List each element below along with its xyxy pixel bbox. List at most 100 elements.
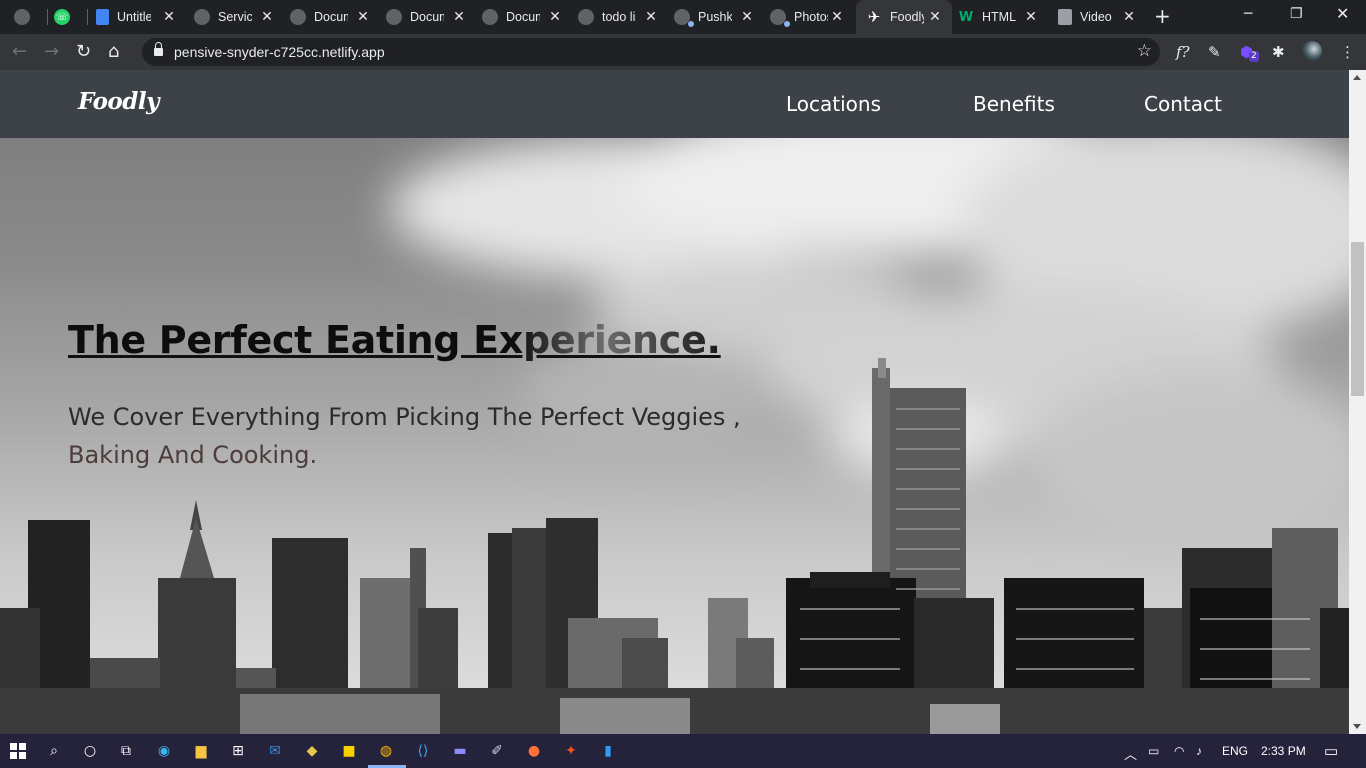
lock-icon bbox=[154, 42, 163, 57]
file-explorer-icon[interactable]: ▆ bbox=[192, 742, 210, 760]
bookmark-star-icon[interactable]: ☆ bbox=[1137, 41, 1152, 61]
loading-dot-icon bbox=[688, 21, 694, 27]
mail-icon[interactable]: ✉ bbox=[266, 742, 284, 760]
notifications-icon[interactable]: ▭ bbox=[1324, 742, 1338, 760]
firefox-icon[interactable]: ● bbox=[525, 742, 543, 760]
loading-dot-icon bbox=[784, 21, 790, 27]
tab-title: todo list bbox=[602, 10, 636, 24]
hero-subtitle: We Cover Everything From Picking The Per… bbox=[68, 398, 788, 474]
tab-title: Services bbox=[218, 10, 252, 24]
close-tab-icon[interactable]: ✕ bbox=[830, 9, 844, 25]
browser-viewport: Foodly Locations Benefits Contact The Pe… bbox=[0, 70, 1366, 734]
pen-extension-icon[interactable]: ✎ bbox=[1208, 42, 1221, 62]
scroll-up-icon[interactable] bbox=[1353, 75, 1361, 80]
nav-link-benefits[interactable]: Benefits bbox=[973, 92, 1055, 116]
vertical-scrollbar[interactable] bbox=[1349, 70, 1366, 734]
swift-icon: ✈ bbox=[867, 8, 881, 26]
close-tab-icon[interactable]: ✕ bbox=[162, 9, 176, 25]
browser-tab-strip: ☏ Untitled ✕ Services ✕ Document ✕ Docum… bbox=[0, 0, 1366, 34]
site-logo[interactable]: Foodly bbox=[78, 88, 159, 115]
tab-3[interactable]: Services ✕ bbox=[194, 0, 284, 34]
close-tab-icon[interactable]: ✕ bbox=[356, 9, 370, 25]
tab-11[interactable]: W HTML ✕ bbox=[958, 0, 1048, 34]
globe-icon bbox=[290, 9, 306, 25]
close-tab-icon[interactable]: ✕ bbox=[1122, 9, 1136, 25]
globe-icon bbox=[386, 9, 402, 25]
tab-title: Document bbox=[506, 10, 540, 24]
globe-icon bbox=[14, 9, 30, 25]
battery-icon[interactable]: ▭ bbox=[1148, 744, 1159, 758]
tab-8[interactable]: Pushkar ✕ bbox=[674, 0, 764, 34]
address-bar[interactable]: pensive-snyder-c725cc.netlify.app ☆ bbox=[142, 38, 1160, 66]
windows-start-icon[interactable] bbox=[9, 742, 27, 760]
language-indicator[interactable]: ENG bbox=[1222, 744, 1248, 758]
tab-2[interactable]: Untitled ✕ bbox=[96, 0, 186, 34]
extensions-puzzle-icon[interactable]: ✱ bbox=[1272, 42, 1285, 62]
task-view-icon[interactable]: ⧉ bbox=[117, 742, 135, 760]
hero-subtitle-line2: Baking And Cooking. bbox=[68, 441, 318, 469]
browser-menu-icon[interactable]: ⋮ bbox=[1340, 42, 1355, 62]
tab-title: Pushkar bbox=[698, 10, 732, 24]
tab-1[interactable]: ☏ bbox=[54, 0, 88, 34]
sticky-notes-icon[interactable]: ■ bbox=[340, 742, 358, 760]
close-tab-icon[interactable]: ✕ bbox=[260, 9, 274, 25]
edge-icon[interactable]: ◉ bbox=[155, 742, 173, 760]
reload-icon[interactable]: ↻ bbox=[76, 42, 91, 62]
cortana-icon[interactable]: ○ bbox=[81, 742, 99, 760]
extension-badge-icon[interactable]: ⬢ 2 bbox=[1240, 42, 1259, 62]
new-tab-icon[interactable]: + bbox=[1154, 6, 1171, 26]
hero-title: The Perfect Eating Experience. bbox=[68, 318, 721, 362]
w3schools-icon: W bbox=[958, 9, 974, 25]
formula-extension-icon[interactable]: f? bbox=[1176, 42, 1190, 62]
profile-avatar[interactable] bbox=[1302, 41, 1322, 61]
tray-overflow-icon[interactable]: ︿ bbox=[1124, 744, 1137, 763]
scrollbar-thumb[interactable] bbox=[1351, 242, 1364, 396]
video-icon bbox=[1058, 9, 1072, 25]
forward-icon[interactable]: → bbox=[44, 42, 59, 62]
minimize-icon[interactable]: ─ bbox=[1244, 6, 1252, 22]
volume-icon[interactable]: ♪ bbox=[1196, 744, 1202, 758]
close-tab-icon[interactable]: ✕ bbox=[644, 9, 658, 25]
paint-icon[interactable]: ✐ bbox=[488, 742, 506, 760]
address-text[interactable]: pensive-snyder-c725cc.netlify.app bbox=[174, 44, 385, 60]
close-tab-icon[interactable]: ✕ bbox=[1024, 9, 1038, 25]
tab-0[interactable] bbox=[14, 0, 48, 34]
tab-7[interactable]: todo list ✕ bbox=[578, 0, 668, 34]
tab-12[interactable]: Video ✕ bbox=[1058, 0, 1146, 34]
scroll-down-icon[interactable] bbox=[1353, 724, 1361, 729]
search-icon[interactable]: ⌕ bbox=[45, 742, 63, 760]
vscode-icon[interactable]: ⟨⟩ bbox=[414, 742, 432, 760]
notepad-icon[interactable]: ▮ bbox=[599, 742, 617, 760]
browser-toolbar: ← → ↻ ⌂ pensive-snyder-c725cc.netlify.ap… bbox=[0, 34, 1366, 70]
git-icon[interactable]: ◆ bbox=[303, 742, 321, 760]
close-tab-icon[interactable]: ✕ bbox=[452, 9, 466, 25]
back-icon[interactable]: ← bbox=[12, 42, 27, 62]
tab-9[interactable]: Photos ✕ bbox=[770, 0, 854, 34]
chrome-icon[interactable]: ◍ bbox=[377, 742, 395, 760]
restore-icon[interactable]: ❐ bbox=[1290, 6, 1303, 22]
tab-title: Video bbox=[1080, 10, 1112, 24]
tab-10-active[interactable]: ✈ Foodly ✕ bbox=[856, 0, 952, 34]
nav-link-contact[interactable]: Contact bbox=[1144, 92, 1222, 116]
foodly-page: Foodly Locations Benefits Contact The Pe… bbox=[0, 70, 1349, 734]
globe-icon bbox=[194, 9, 210, 25]
close-tab-icon[interactable]: ✕ bbox=[740, 9, 754, 25]
tab-6[interactable]: Document ✕ bbox=[482, 0, 572, 34]
tab-title: Untitled bbox=[117, 10, 151, 24]
close-tab-icon[interactable]: ✕ bbox=[928, 9, 942, 25]
close-window-icon[interactable]: ✕ bbox=[1336, 4, 1349, 23]
tab-5[interactable]: Document ✕ bbox=[386, 0, 476, 34]
store-icon[interactable]: ⊞ bbox=[229, 742, 247, 760]
tab-title: Photos bbox=[794, 10, 828, 24]
clock[interactable]: 2:33 PM bbox=[1261, 744, 1306, 758]
globe-icon bbox=[578, 9, 594, 25]
home-icon[interactable]: ⌂ bbox=[108, 42, 119, 62]
tab-4[interactable]: Document ✕ bbox=[290, 0, 380, 34]
wifi-icon[interactable]: ◠ bbox=[1174, 744, 1184, 758]
tab-title: HTML bbox=[982, 10, 1016, 24]
nav-link-locations[interactable]: Locations bbox=[786, 92, 881, 116]
close-tab-icon[interactable]: ✕ bbox=[548, 9, 562, 25]
app-icon[interactable]: ▬ bbox=[451, 742, 469, 760]
figma-icon[interactable]: ✦ bbox=[562, 742, 580, 760]
windows-taskbar: ⌕ ○ ⧉ ◉ ▆ ⊞ ✉ ◆ ■ ◍ ⟨⟩ ▬ ✐ ● ✦ ▮ ︿ ▭ ◠ ♪… bbox=[0, 734, 1366, 768]
